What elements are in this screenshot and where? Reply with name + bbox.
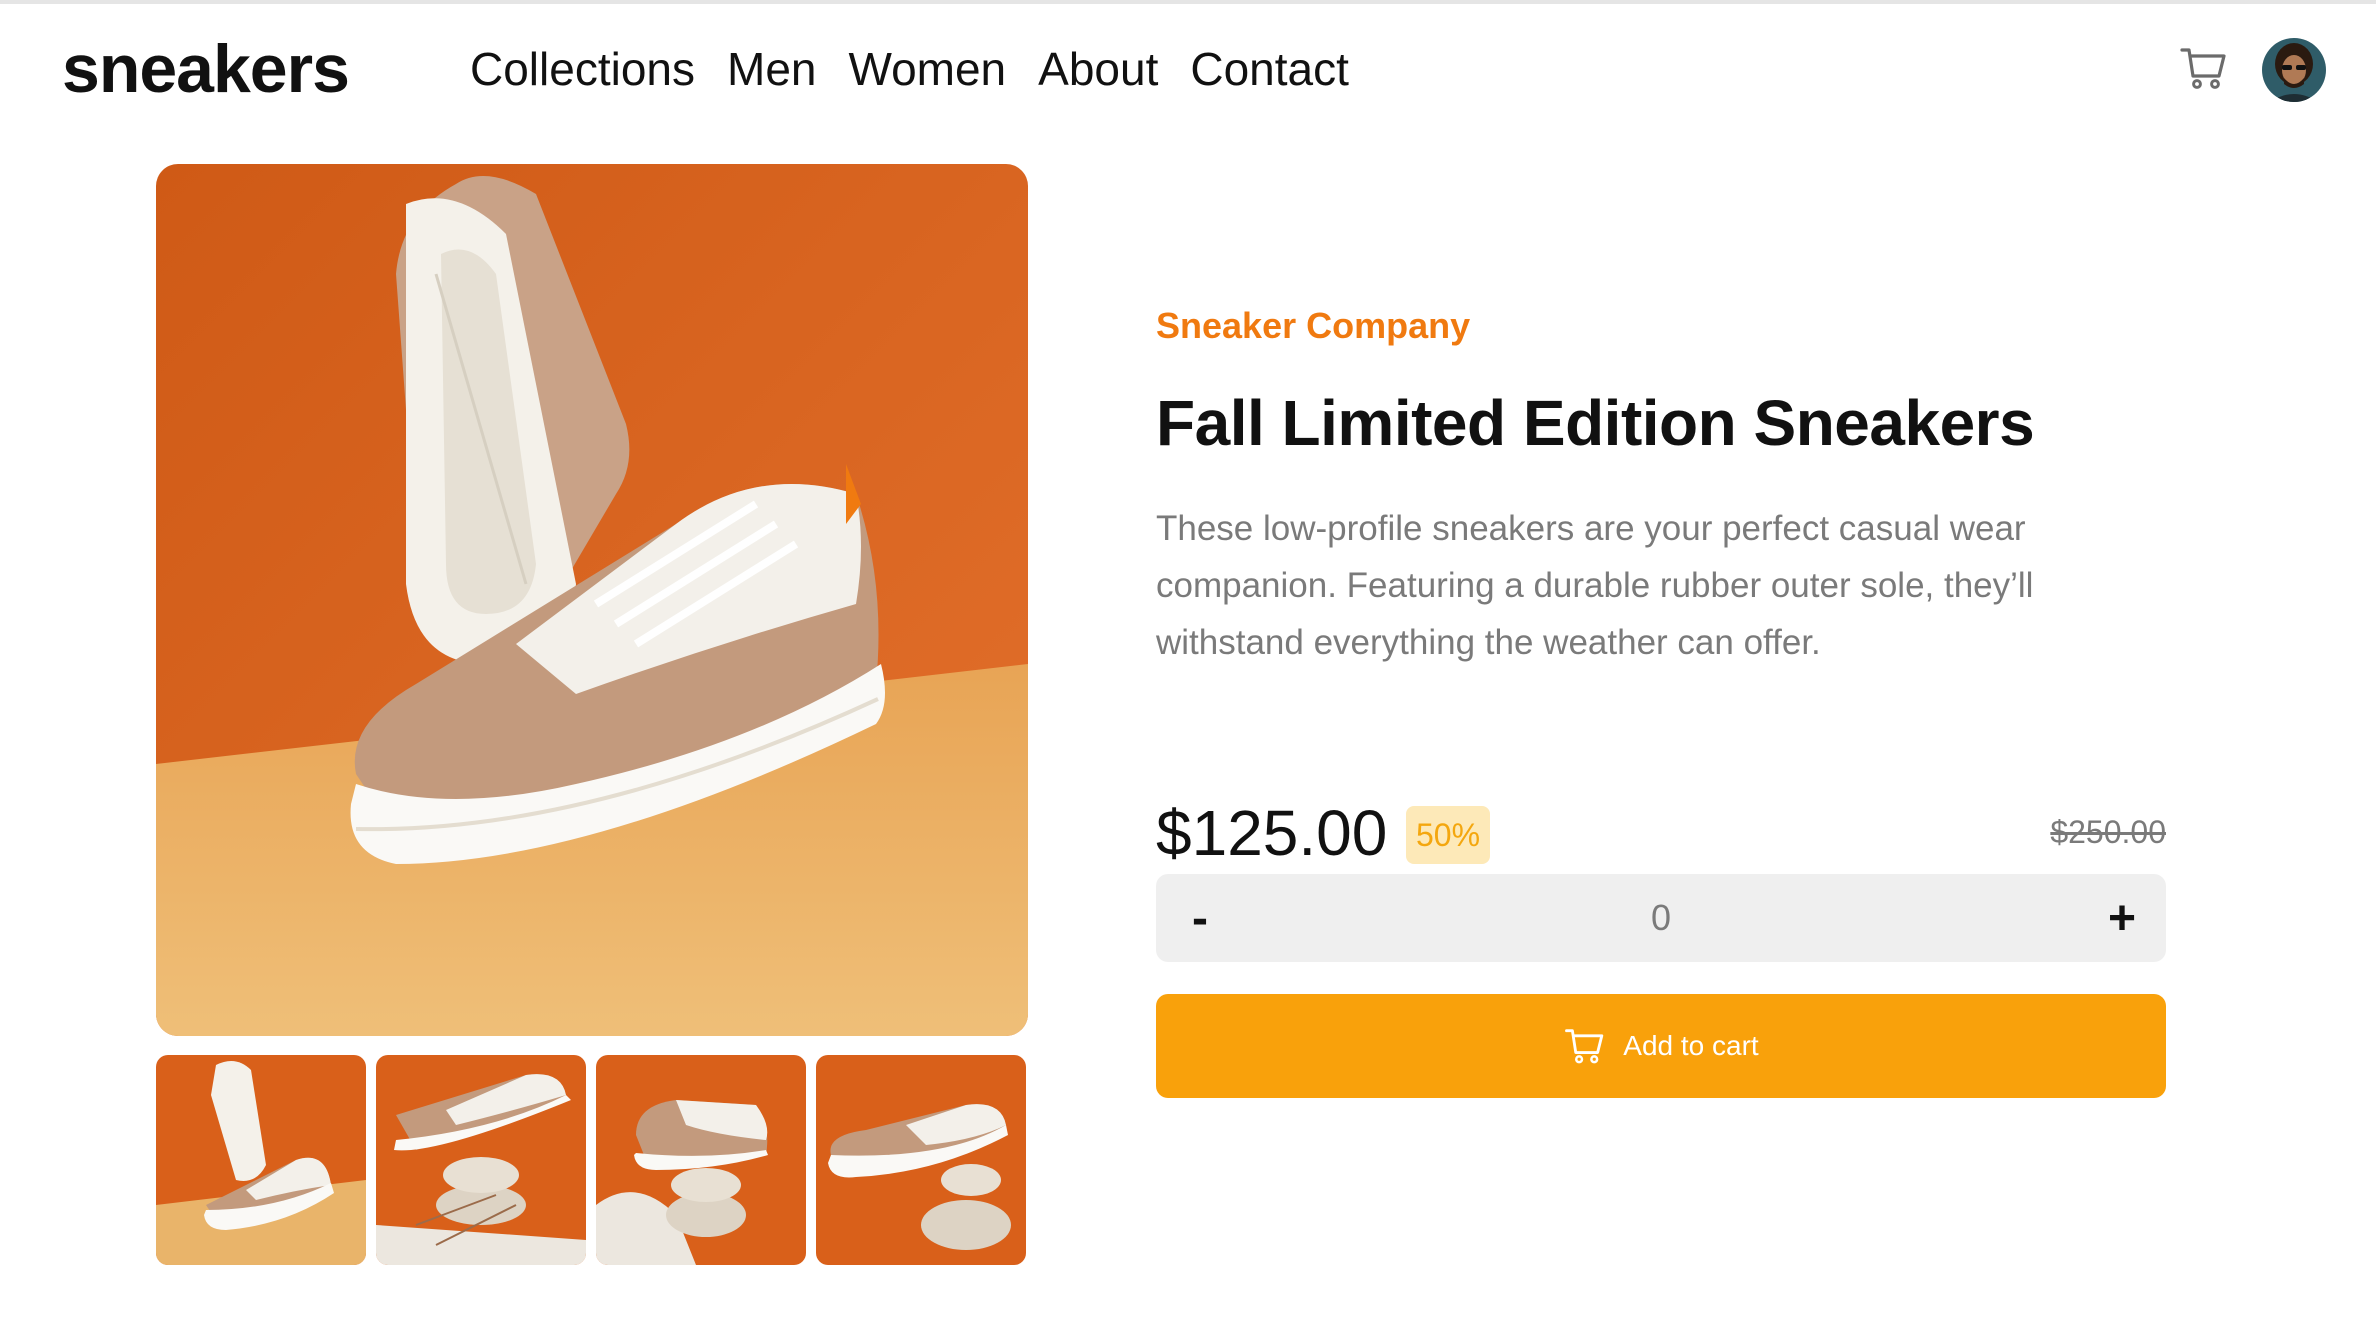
- nav-women[interactable]: Women: [848, 42, 1006, 96]
- main-nav: Collections Men Women About Contact: [470, 42, 1349, 96]
- thumbnail-1[interactable]: [156, 1055, 366, 1265]
- decrease-quantity-button[interactable]: -: [1160, 874, 1240, 962]
- product-description: These low-profile sneakers are your perf…: [1156, 509, 2034, 662]
- nav-about[interactable]: About: [1038, 42, 1158, 96]
- thumbnail-2[interactable]: [376, 1055, 586, 1265]
- original-price: $250.00: [2050, 814, 2166, 850]
- site-logo[interactable]: sneakers: [62, 30, 350, 108]
- product-title: Fall Limited Edition Sneakers: [1156, 387, 2035, 459]
- product-main-image[interactable]: [156, 164, 1028, 1036]
- cart-icon: [1563, 1024, 1607, 1069]
- thumbnail-3[interactable]: [596, 1055, 806, 1265]
- cart-icon[interactable]: [2178, 42, 2230, 94]
- add-to-cart-label: Add to cart: [1623, 1030, 1759, 1061]
- current-price: $125.00: [1156, 797, 1388, 869]
- quantity-value: 0: [1650, 897, 1672, 938]
- add-to-cart-button[interactable]: Add to cart: [1156, 994, 2166, 1098]
- quantity-stepper: - 0 +: [1156, 874, 2166, 962]
- nav-contact[interactable]: Contact: [1190, 42, 1349, 96]
- thumbnail-4[interactable]: [816, 1055, 1026, 1265]
- product-brand: Sneaker Company: [1156, 305, 1471, 346]
- thumbnail-gallery: [156, 1055, 1026, 1265]
- site-header: sneakers Collections Men Women About Con…: [0, 4, 2376, 134]
- increase-quantity-button[interactable]: +: [2082, 874, 2162, 962]
- nav-collections[interactable]: Collections: [470, 42, 695, 96]
- user-avatar[interactable]: [2262, 38, 2326, 102]
- nav-men[interactable]: Men: [727, 42, 816, 96]
- discount-badge: 50%: [1406, 806, 1491, 864]
- price-row: $125.00 50% $250.00: [1156, 796, 2166, 876]
